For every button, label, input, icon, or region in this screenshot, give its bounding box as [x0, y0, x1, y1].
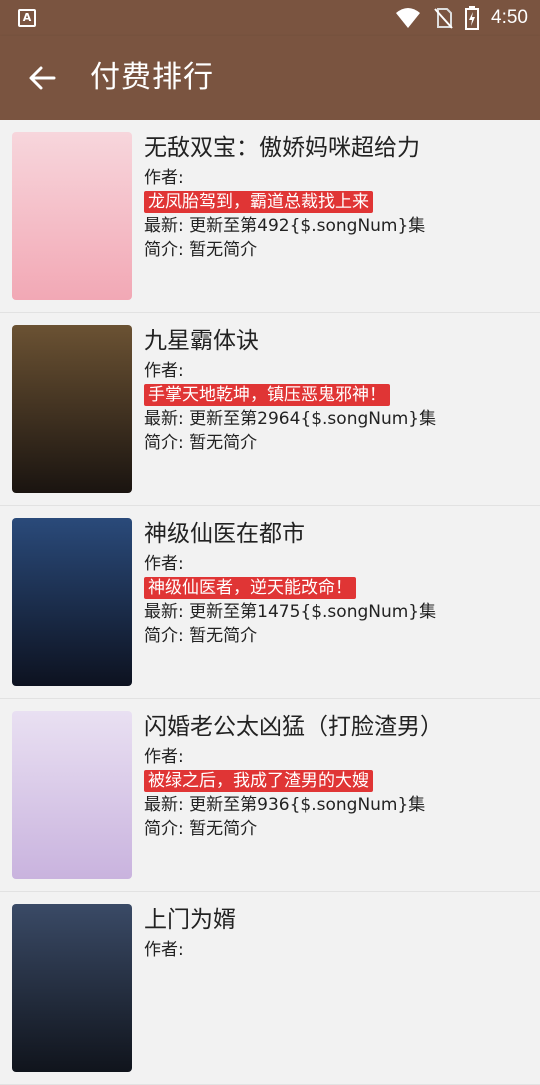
page-title: 付费排行: [90, 60, 214, 95]
book-cover[interactable]: [12, 711, 132, 879]
book-title: 九星霸体诀: [144, 328, 259, 354]
latest-episode: 最新: 更新至第2964{$.songNum}集: [144, 409, 437, 429]
book-list-item[interactable]: 闪婚老公太凶猛（打脸渣男） 作者: 被绿之后，我成了渣男的大嫂 最新: 更新至第…: [0, 699, 540, 892]
latest-episode: 最新: 更新至第492{$.songNum}集: [144, 216, 426, 236]
battery-charging-icon: [465, 6, 480, 30]
book-list-item[interactable]: 神级仙医在都市 作者: 神级仙医者，逆天能改命！ 最新: 更新至第1475{$.…: [0, 506, 540, 699]
latest-episode: 最新: 更新至第1475{$.songNum}集: [144, 602, 437, 622]
book-intro: 简介: 暂无简介: [144, 433, 258, 453]
book-title: 神级仙医在都市: [144, 521, 305, 547]
status-icons: 4:50: [395, 0, 528, 36]
book-cover[interactable]: [12, 904, 132, 1072]
book-list: 无敌双宝：傲娇妈咪超给力 作者: 龙凤胎驾到，霸道总裁找上来 最新: 更新至第4…: [0, 120, 540, 1085]
app-bar: 付费排行: [0, 36, 540, 120]
no-sim-icon: [434, 8, 453, 29]
status-bar: A 4:50: [0, 0, 540, 36]
author-label: 作者:: [144, 940, 184, 960]
tagline-badge: 神级仙医者，逆天能改命！: [144, 577, 356, 599]
latest-episode: 最新: 更新至第936{$.songNum}集: [144, 795, 426, 815]
tagline-badge: 手掌天地乾坤，镇压恶鬼邪神！: [144, 384, 390, 406]
book-intro: 简介: 暂无简介: [144, 626, 258, 646]
book-list-item[interactable]: 上门为婿 作者:: [0, 892, 540, 1085]
book-title: 无敌双宝：傲娇妈咪超给力: [144, 135, 420, 161]
app-notification-icon: A: [18, 9, 36, 27]
back-button[interactable]: [26, 62, 58, 94]
book-cover[interactable]: [12, 325, 132, 493]
author-label: 作者:: [144, 361, 184, 381]
arrow-left-icon: [29, 66, 56, 90]
book-intro: 简介: 暂无简介: [144, 240, 258, 260]
wifi-icon: [396, 8, 421, 28]
book-title: 上门为婿: [144, 907, 236, 933]
author-label: 作者:: [144, 747, 184, 767]
book-list-item[interactable]: 九星霸体诀 作者: 手掌天地乾坤，镇压恶鬼邪神！ 最新: 更新至第2964{$.…: [0, 313, 540, 506]
book-cover[interactable]: [12, 518, 132, 686]
tagline-badge: 龙凤胎驾到，霸道总裁找上来: [144, 191, 373, 213]
author-label: 作者:: [144, 554, 184, 574]
tagline-badge: 被绿之后，我成了渣男的大嫂: [144, 770, 373, 792]
author-label: 作者:: [144, 168, 184, 188]
book-list-item[interactable]: 无敌双宝：傲娇妈咪超给力 作者: 龙凤胎驾到，霸道总裁找上来 最新: 更新至第4…: [0, 120, 540, 313]
clock: 4:50: [491, 7, 528, 28]
book-cover[interactable]: [12, 132, 132, 300]
book-intro: 简介: 暂无简介: [144, 819, 258, 839]
book-title: 闪婚老公太凶猛（打脸渣男）: [144, 714, 443, 740]
